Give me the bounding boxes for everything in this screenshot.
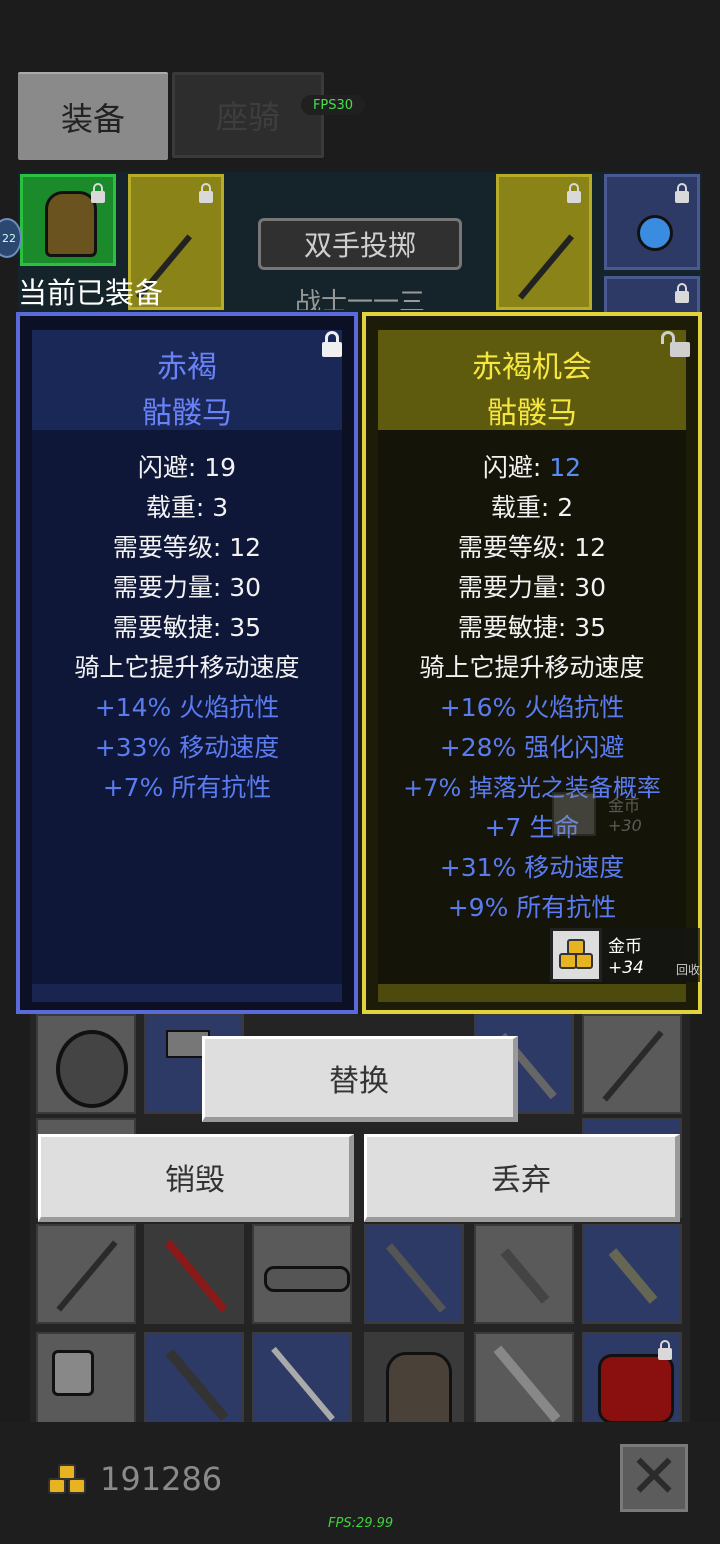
- bonus-line: +28% 强化闪避: [439, 733, 625, 762]
- close-button[interactable]: ✕: [620, 1444, 688, 1512]
- card-footer: [378, 984, 686, 1002]
- inventory-slot[interactable]: [582, 1332, 682, 1432]
- inventory-slot[interactable]: [364, 1224, 464, 1324]
- stat-line: 骑上它提升移动速度: [74, 653, 300, 682]
- bonus-line: +16% 火焰抗性: [439, 693, 625, 722]
- card-footer: [32, 984, 342, 1002]
- faded-coin-notification: 金币 +30: [552, 788, 682, 840]
- recycle-label: 回收: [676, 963, 701, 977]
- close-icon: ✕: [628, 1442, 680, 1512]
- replace-button[interactable]: 替换: [202, 1036, 518, 1122]
- inventory-slot[interactable]: [474, 1224, 574, 1324]
- bonus-line: +33% 移动速度: [94, 733, 280, 762]
- item-type: 骷髅马: [487, 396, 577, 431]
- coin-label: 金币: [608, 796, 641, 815]
- helmet-slot[interactable]: [20, 174, 116, 266]
- stat-line: 需要敏捷: 35: [112, 613, 262, 642]
- inventory-slot[interactable]: [474, 1332, 574, 1432]
- stat-line: 载重: 3: [145, 493, 229, 522]
- stat-line-dodge: 闪避: 12: [366, 448, 698, 484]
- item-name: 赤褐: [157, 350, 217, 385]
- lock-icon: [199, 183, 213, 203]
- inventory-slot[interactable]: [252, 1224, 352, 1324]
- coin-value: +34: [608, 958, 644, 978]
- coin-value: +30: [608, 816, 642, 835]
- stat-line: 闪避: 19: [137, 453, 237, 482]
- stat-line: 需要敏捷: 35: [457, 613, 607, 642]
- dagger-icon: [608, 1248, 658, 1304]
- inventory-slot[interactable]: [582, 1224, 682, 1324]
- stat-line: 骑上它提升移动速度: [419, 653, 645, 682]
- belt-icon: [264, 1266, 350, 1292]
- amulet-slot[interactable]: [604, 174, 700, 270]
- spear-icon: [56, 1240, 118, 1312]
- helmet-icon: [386, 1352, 452, 1428]
- coin-label: 金币: [608, 937, 642, 957]
- ring-slot[interactable]: [604, 276, 700, 312]
- mace-icon: [385, 1243, 447, 1313]
- lock-icon: [91, 183, 105, 203]
- fps-badge: FPS30: [301, 95, 365, 115]
- lock-icon: [567, 183, 581, 203]
- sword-icon: [493, 1345, 561, 1423]
- armor-icon: [598, 1354, 674, 1424]
- helmet-icon: [45, 191, 97, 257]
- axe-icon: [52, 1350, 94, 1396]
- tab-equipment[interactable]: 装备: [18, 72, 168, 160]
- destroy-button[interactable]: 销毁: [38, 1134, 354, 1222]
- compared-item-card: 赤褐机会 骷髅马 闪避: 12 载重: 2 需要等级: 12 需要力量: 30 …: [362, 312, 702, 1014]
- bonus-line: +14% 火焰抗性: [94, 693, 280, 722]
- weapon-slot-right[interactable]: [496, 174, 592, 310]
- lock-icon: [675, 283, 689, 303]
- stat-line: 需要力量: 30: [457, 573, 607, 602]
- sword-icon: [271, 1346, 335, 1422]
- club-icon: [165, 1348, 229, 1422]
- item-type: 骷髅马: [142, 396, 232, 431]
- gold-icon: [46, 1464, 90, 1498]
- stat-line: 需要等级: 12: [112, 533, 262, 562]
- inventory-slot[interactable]: [252, 1332, 352, 1432]
- red-axe-icon: [164, 1239, 228, 1313]
- inventory-slot[interactable]: [582, 1014, 682, 1114]
- bonus-line: +31% 移动速度: [439, 853, 625, 882]
- equipped-item-card: 赤褐 骷髅马 闪避: 19 载重: 3 需要等级: 12 需要力量: 30 需要…: [16, 312, 358, 1014]
- coin-notification: 金币 +34 回收: [550, 928, 700, 982]
- inventory-slot[interactable]: [36, 1224, 136, 1324]
- equipped-label: 当前已装备: [18, 276, 164, 310]
- stat-value: 12: [549, 453, 582, 482]
- inventory-slot[interactable]: [36, 1014, 136, 1114]
- lock-icon: [658, 1340, 672, 1360]
- item-name: 赤褐机会: [472, 350, 592, 385]
- bonus-line: +9% 所有抗性: [447, 893, 617, 922]
- stat-line: 载重: 2: [490, 493, 574, 522]
- dagger-icon: [500, 1248, 550, 1304]
- inventory-slot[interactable]: [364, 1332, 464, 1432]
- stat-label: 闪避:: [482, 453, 550, 482]
- stat-line: 需要等级: 12: [457, 533, 607, 562]
- fps-counter: FPS:29.99: [328, 1516, 394, 1531]
- skill-banner-subtitle: 战士一一三: [294, 288, 425, 310]
- tab-mount[interactable]: 座骑: [172, 72, 324, 158]
- bonus-line: +7% 所有抗性: [102, 773, 272, 802]
- inventory-slot[interactable]: [144, 1332, 244, 1432]
- coin-icon: [552, 792, 596, 836]
- spear-icon: [602, 1030, 664, 1102]
- gold-amount: 191286: [100, 1460, 223, 1498]
- inventory-slot[interactable]: [36, 1332, 136, 1432]
- inventory-slot[interactable]: [144, 1224, 244, 1324]
- amulet-icon: [637, 215, 673, 251]
- shield-icon: [56, 1030, 128, 1108]
- skill-banner: 双手投掷: [258, 218, 462, 270]
- lock-icon: [675, 183, 689, 203]
- spear-icon: [517, 234, 575, 300]
- discard-button[interactable]: 丢弃: [364, 1134, 680, 1222]
- coin-icon: [550, 928, 602, 982]
- stat-line: 需要力量: 30: [112, 573, 262, 602]
